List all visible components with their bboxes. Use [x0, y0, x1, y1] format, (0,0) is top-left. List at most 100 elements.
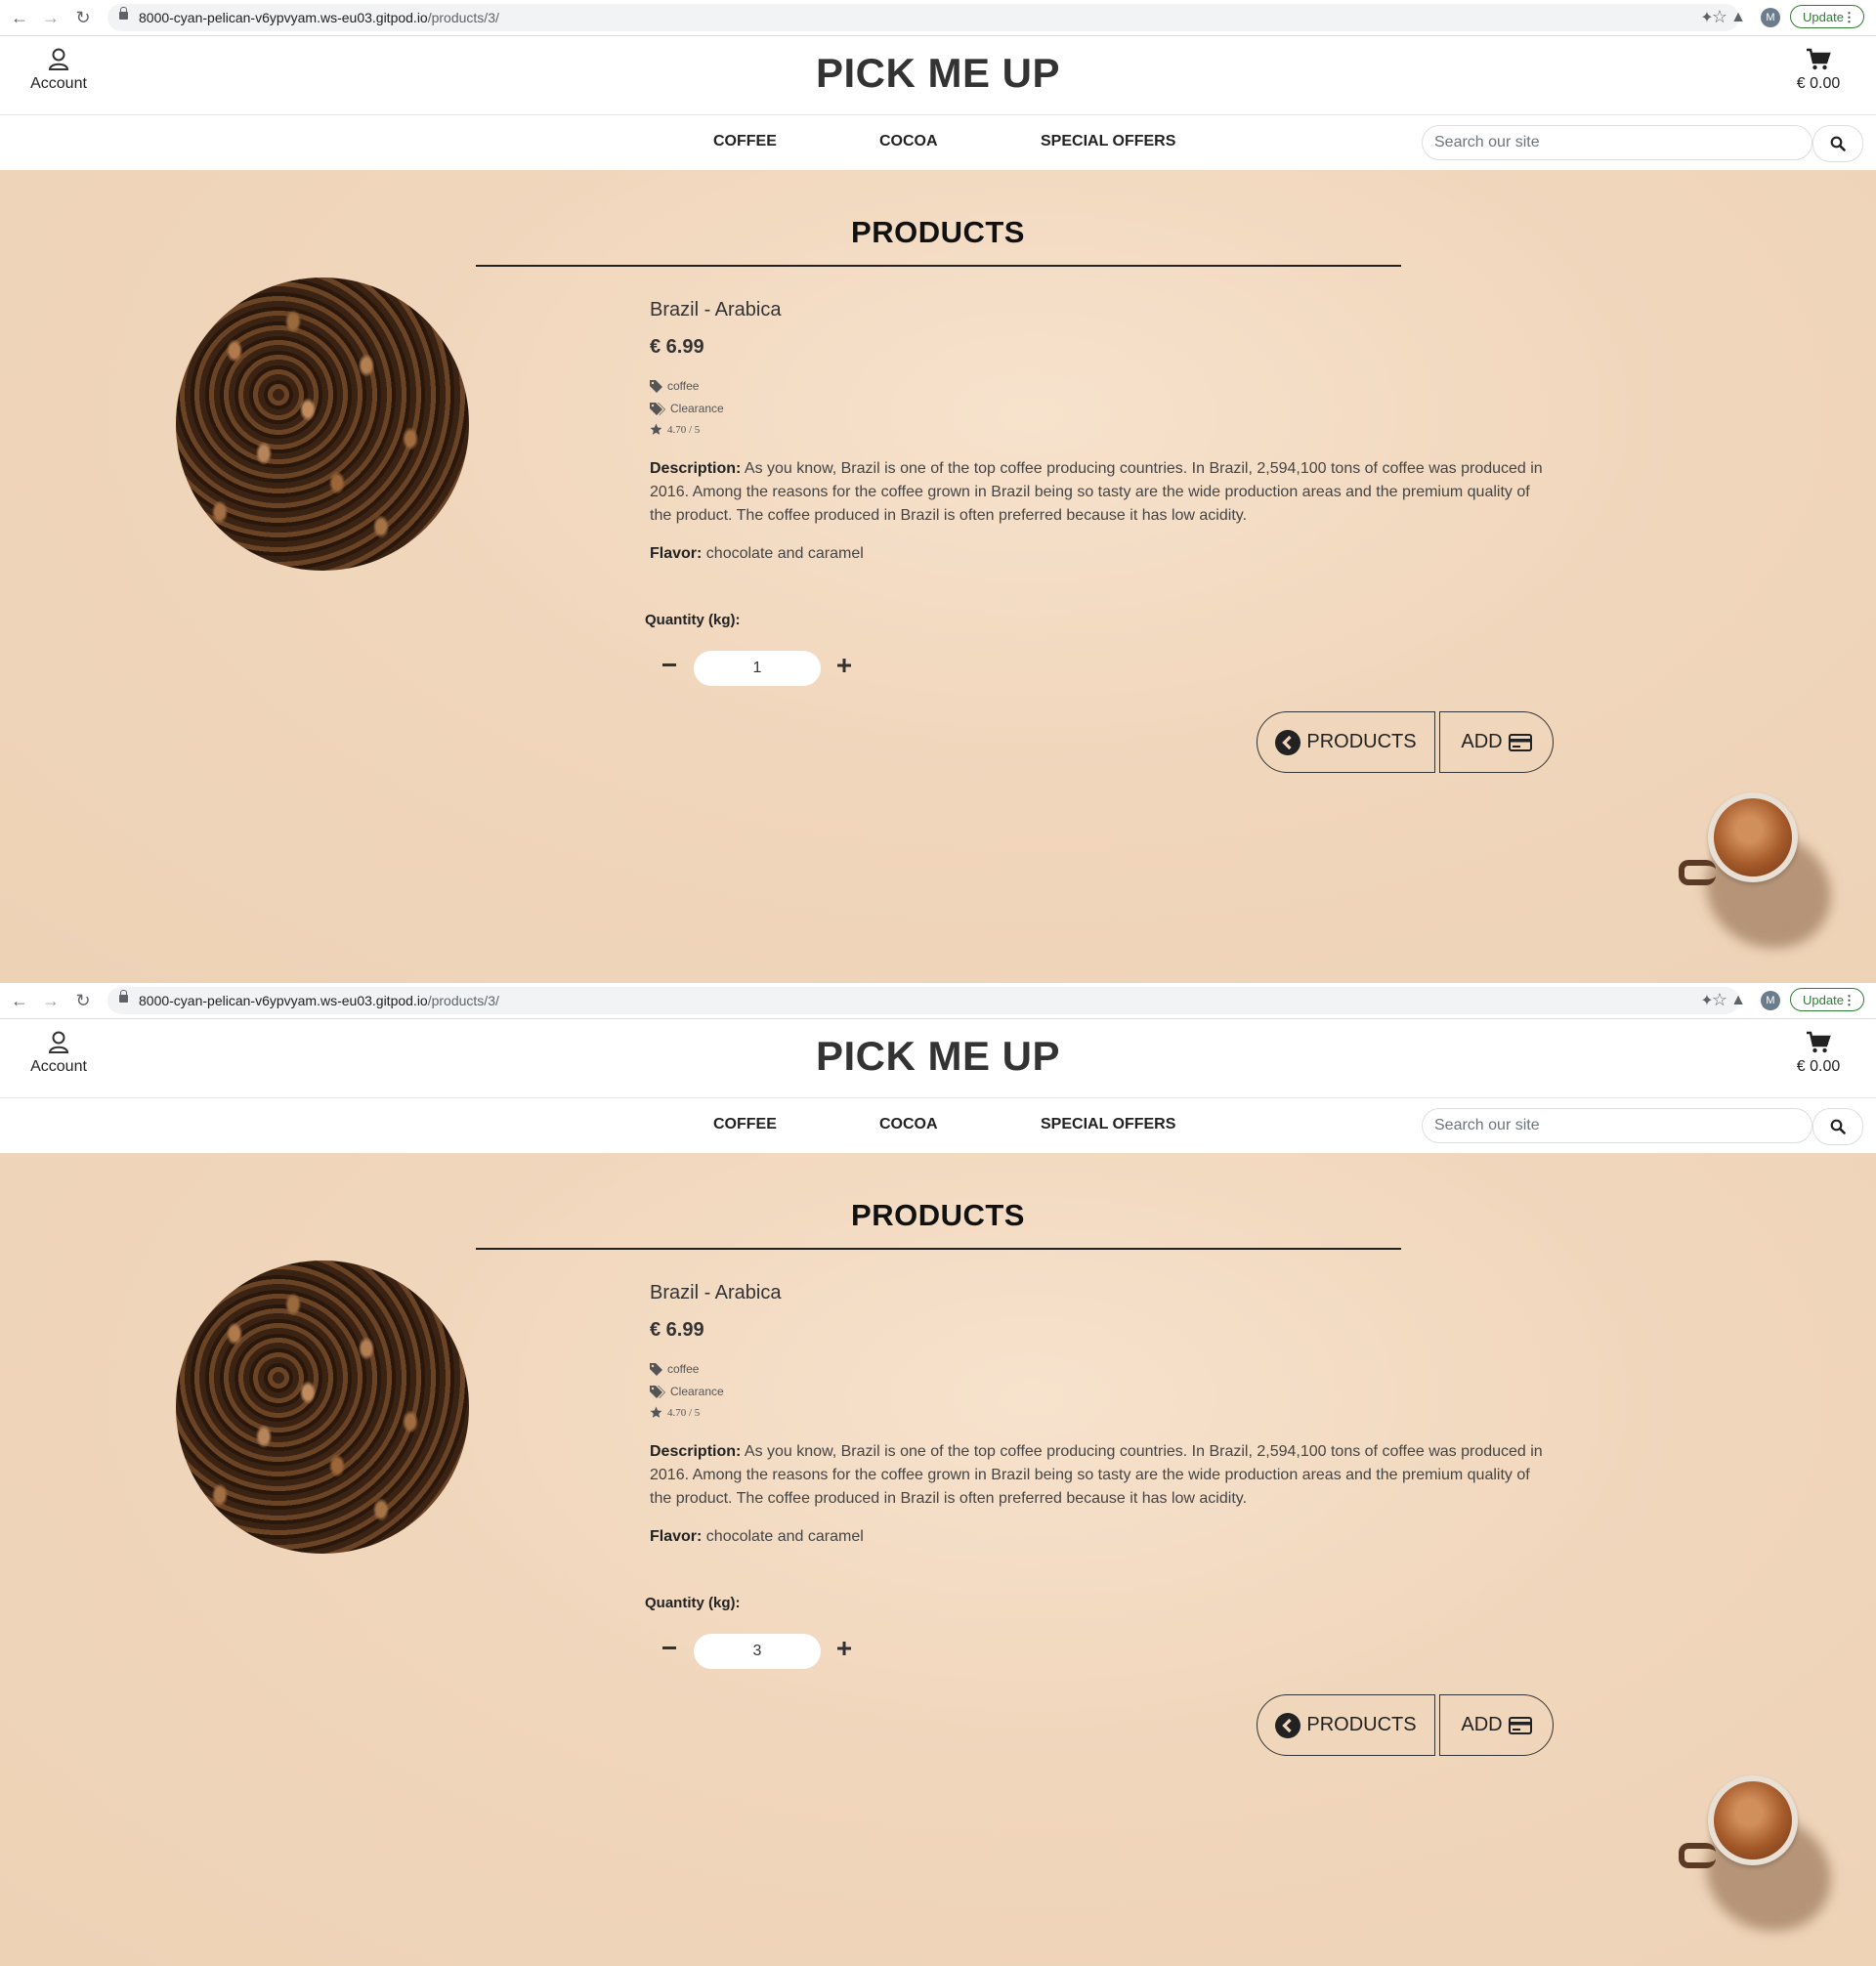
minus-icon — [662, 1646, 676, 1649]
product-description: Description: As you know, Brazil is one … — [650, 457, 1544, 528]
add-to-bag-button[interactable]: ADD — [1439, 1694, 1554, 1756]
search-icon — [1830, 1119, 1846, 1134]
description-text: As you know, Brazil is one of the top co… — [650, 1443, 1543, 1507]
nav-special-offers[interactable]: SPECIAL OFFERS — [1041, 133, 1175, 150]
update-button[interactable]: Update ⋮ — [1790, 988, 1864, 1011]
product-image — [176, 1261, 469, 1554]
browser-toolbar: ← → ↻ 8000-cyan-pelican-v6ypvyam.ws-eu03… — [0, 983, 1876, 1019]
description-text: As you know, Brazil is one of the top co… — [650, 460, 1543, 524]
category-label: coffee — [667, 1362, 700, 1376]
tag-icon — [650, 379, 662, 393]
add-to-bag-button[interactable]: ADD — [1439, 711, 1554, 773]
search-button[interactable] — [1812, 1108, 1863, 1145]
address-bar[interactable]: 8000-cyan-pelican-v6ypvyam.ws-eu03.gitpo… — [107, 987, 1739, 1014]
rating-value: 4.70 / 5 — [667, 1406, 701, 1419]
coffee-cup-handle — [1679, 1843, 1716, 1868]
flavor-text: chocolate and caramel — [705, 1528, 864, 1545]
cart-link[interactable]: € 0.00 — [1784, 1031, 1853, 1076]
product-price: € 6.99 — [650, 1319, 704, 1341]
credit-card-icon — [1508, 1716, 1532, 1734]
nav-cocoa[interactable]: COCOA — [879, 1116, 938, 1133]
url-text: 8000-cyan-pelican-v6ypvyam.ws-eu03.gitpo… — [139, 993, 499, 1008]
product-category[interactable]: coffee — [650, 379, 699, 393]
increment-button[interactable] — [831, 653, 857, 678]
back-to-products-button[interactable]: PRODUCTS — [1257, 711, 1435, 773]
tag-icon — [650, 1362, 662, 1376]
nav-special-offers[interactable]: SPECIAL OFFERS — [1041, 1116, 1175, 1133]
flavor-label: Flavor: — [650, 545, 703, 562]
cart-icon — [1807, 1031, 1831, 1053]
star-icon — [650, 423, 662, 435]
profile-avatar[interactable]: M — [1761, 8, 1780, 27]
chevron-circle-left-icon — [1275, 1712, 1301, 1738]
reload-icon[interactable]: ↻ — [73, 991, 93, 1010]
cart-link[interactable]: € 0.00 — [1784, 48, 1853, 93]
star-icon — [650, 1406, 662, 1418]
rating-value: 4.70 / 5 — [667, 423, 701, 436]
lock-icon — [119, 990, 128, 1003]
update-button[interactable]: Update ⋮ — [1790, 5, 1864, 28]
lock-icon — [119, 7, 128, 20]
product-tag[interactable]: Clearance — [650, 1385, 724, 1398]
product-detail: PRODUCTS Brazil - Arabica € 6.99 coffee … — [0, 1153, 1876, 1966]
credit-card-icon — [1508, 733, 1532, 751]
labs-icon[interactable]: ▲ — [1728, 8, 1748, 27]
tags-icon — [650, 1385, 665, 1398]
description-label: Description: — [650, 460, 742, 477]
decrement-button[interactable] — [657, 1636, 682, 1661]
reload-icon[interactable]: ↻ — [73, 8, 93, 27]
decrement-button[interactable] — [657, 653, 682, 678]
product-description: Description: As you know, Brazil is one … — [650, 1440, 1544, 1511]
flavor-text: chocolate and caramel — [705, 545, 864, 562]
address-bar[interactable]: 8000-cyan-pelican-v6ypvyam.ws-eu03.gitpo… — [107, 4, 1739, 31]
cart-icon — [1807, 48, 1831, 70]
title-divider — [476, 1248, 1401, 1250]
search-button[interactable] — [1812, 125, 1863, 162]
back-arrow-icon[interactable]: ← — [10, 991, 29, 1010]
forward-arrow-icon[interactable]: → — [41, 991, 61, 1010]
extensions-icon[interactable]: ✦ — [1697, 8, 1717, 27]
cart-total: € 0.00 — [1796, 75, 1841, 92]
product-category[interactable]: coffee — [650, 1362, 699, 1376]
extensions-icon[interactable]: ✦ — [1697, 991, 1717, 1010]
search-input[interactable] — [1422, 1108, 1812, 1143]
minus-icon — [662, 663, 676, 666]
quantity-input[interactable] — [694, 1634, 821, 1669]
back-to-products-button[interactable]: PRODUCTS — [1257, 1694, 1435, 1756]
product-flavor: Flavor: chocolate and caramel — [650, 545, 864, 563]
nav-cocoa[interactable]: COCOA — [879, 133, 938, 150]
site-logo[interactable]: PICK ME UP — [0, 1033, 1876, 1080]
forward-arrow-icon[interactable]: → — [41, 8, 61, 27]
product-name: Brazil - Arabica — [650, 1282, 782, 1304]
labs-icon[interactable]: ▲ — [1728, 991, 1748, 1010]
quantity-label: Quantity (kg): — [645, 1595, 741, 1611]
nav-coffee[interactable]: COFFEE — [713, 1116, 777, 1133]
page-title: PRODUCTS — [851, 1198, 1025, 1232]
nav-coffee[interactable]: COFFEE — [713, 133, 777, 150]
site-logo[interactable]: PICK ME UP — [0, 50, 1876, 97]
quantity-label: Quantity (kg): — [645, 612, 741, 628]
back-arrow-icon[interactable]: ← — [10, 8, 29, 27]
tags-icon — [650, 402, 665, 415]
tag-label: Clearance — [670, 1385, 724, 1398]
increment-button[interactable] — [831, 1636, 857, 1661]
main-nav: COFFEE COCOA SPECIAL OFFERS — [0, 1098, 1876, 1153]
screenshot-quantity-3: ← → ↻ 8000-cyan-pelican-v6ypvyam.ws-eu03… — [0, 983, 1876, 1966]
category-label: coffee — [667, 379, 700, 393]
browser-toolbar: ← → ↻ 8000-cyan-pelican-v6ypvyam.ws-eu03… — [0, 0, 1876, 36]
coffee-cup-image — [1708, 1775, 1798, 1865]
quantity-input[interactable] — [694, 651, 821, 686]
url-text: 8000-cyan-pelican-v6ypvyam.ws-eu03.gitpo… — [139, 10, 499, 25]
product-flavor: Flavor: chocolate and caramel — [650, 1528, 864, 1546]
profile-avatar[interactable]: M — [1761, 991, 1780, 1010]
product-tag[interactable]: Clearance — [650, 402, 724, 415]
product-price: € 6.99 — [650, 336, 704, 358]
main-nav: COFFEE COCOA SPECIAL OFFERS — [0, 115, 1876, 170]
site-header: Account PICK ME UP € 0.00 — [0, 36, 1876, 115]
description-label: Description: — [650, 1443, 742, 1460]
page-title: PRODUCTS — [851, 215, 1025, 249]
chevron-circle-left-icon — [1275, 729, 1301, 755]
site-header: Account PICK ME UP € 0.00 — [0, 1019, 1876, 1098]
search-input[interactable] — [1422, 125, 1812, 160]
coffee-cup-image — [1708, 792, 1798, 882]
